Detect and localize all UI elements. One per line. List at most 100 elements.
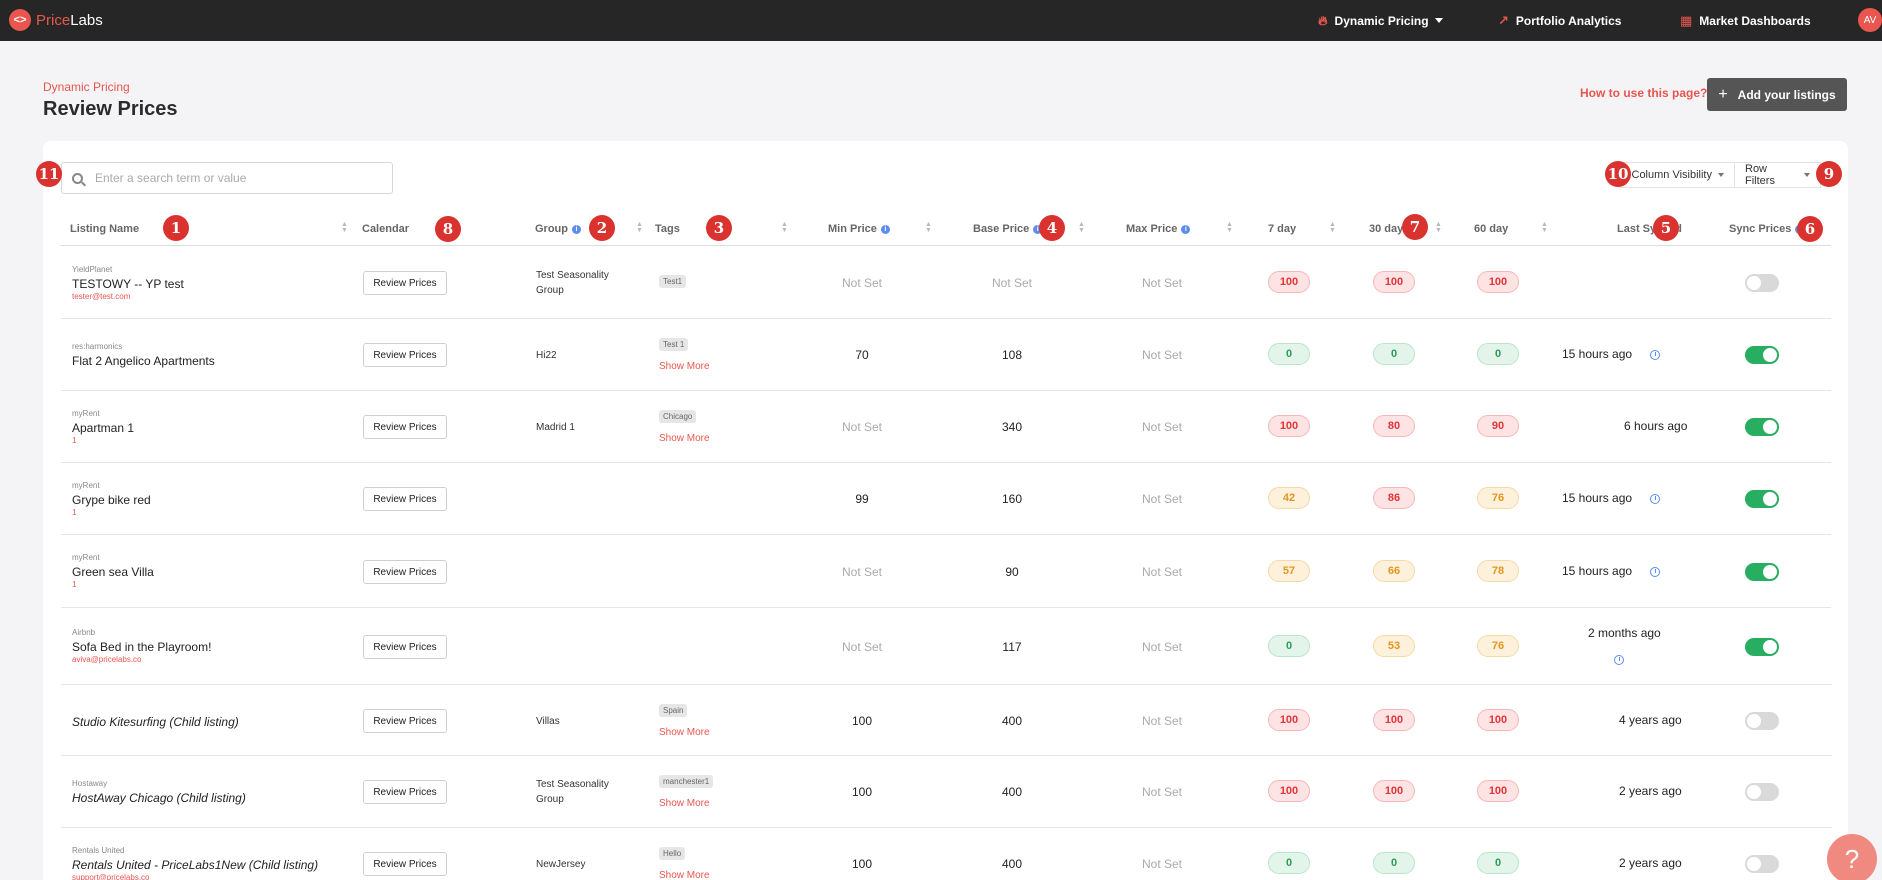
review-prices-button[interactable]: Review Prices — [363, 343, 447, 367]
nav-portfolio-analytics[interactable]: ↗ Portfolio Analytics — [1498, 0, 1621, 41]
base-price-value[interactable]: 340 — [972, 420, 1052, 434]
listing-cell[interactable]: res:harmonics Flat 2 Angelico Apartments — [72, 319, 215, 390]
sync-prices-toggle[interactable] — [1745, 418, 1779, 436]
review-prices-button[interactable]: Review Prices — [363, 709, 447, 733]
sort-icon[interactable]: ▲ ▼ — [1435, 221, 1442, 234]
col-group[interactable]: Group i — [535, 213, 581, 245]
column-visibility-button[interactable]: Column Visibility — [1619, 162, 1735, 188]
sync-prices-toggle[interactable] — [1745, 563, 1779, 581]
pricelabs-logo[interactable]: <> PriceLabs — [9, 9, 103, 31]
clock-icon[interactable] — [1614, 655, 1624, 665]
listing-name[interactable]: Green sea Villa — [72, 565, 154, 579]
base-price-value[interactable]: Not Set — [972, 276, 1052, 290]
listing-name[interactable]: Rentals United - PriceLabs1New (Child li… — [72, 858, 318, 872]
min-price-value[interactable]: 100 — [822, 785, 902, 799]
max-price-value[interactable]: Not Set — [1122, 492, 1202, 506]
avatar[interactable]: AV — [1858, 8, 1882, 32]
max-price-value[interactable]: Not Set — [1122, 857, 1202, 871]
sort-icon[interactable]: ▲ ▼ — [1329, 221, 1336, 234]
row-filters-button[interactable]: Row Filters — [1734, 162, 1821, 188]
nav-dynamic-pricing[interactable]: 🔥︎ Dynamic Pricing — [1318, 0, 1443, 41]
listing-name[interactable]: Studio Kitesurfing (Child listing) — [72, 715, 239, 729]
min-price-value[interactable]: Not Set — [822, 276, 902, 290]
max-price-value[interactable]: Not Set — [1122, 420, 1202, 434]
col-7-day[interactable]: 7 day — [1268, 213, 1296, 245]
review-prices-button[interactable]: Review Prices — [363, 271, 447, 295]
review-prices-button[interactable]: Review Prices — [363, 560, 447, 584]
sort-icon[interactable]: ▲ ▼ — [925, 221, 932, 234]
max-price-value[interactable]: Not Set — [1122, 785, 1202, 799]
min-price-value[interactable]: Not Set — [822, 640, 902, 654]
review-prices-button[interactable]: Review Prices — [363, 415, 447, 439]
col-sync-prices[interactable]: Sync Pricesi — [1729, 213, 1805, 245]
max-price-value[interactable]: Not Set — [1122, 714, 1202, 728]
add-listings-button[interactable]: + Add your listings — [1707, 78, 1847, 111]
listing-cell[interactable]: Hostaway HostAway Chicago (Child listing) — [72, 756, 246, 827]
sort-icon[interactable]: ▲ ▼ — [1078, 221, 1085, 234]
base-price-value[interactable]: 90 — [972, 565, 1052, 579]
listing-cell[interactable]: Rentals United Rentals United - PriceLabs… — [72, 828, 318, 880]
nav-market-dashboards[interactable]: ▦ Market Dashboards — [1680, 0, 1811, 41]
search-input[interactable] — [95, 171, 365, 185]
listing-name[interactable]: HostAway Chicago (Child listing) — [72, 791, 246, 805]
min-price-value[interactable]: 100 — [822, 857, 902, 871]
show-more-link[interactable]: Show More — [659, 798, 710, 809]
col-max-price[interactable]: Max Price i — [1126, 213, 1191, 245]
sync-prices-toggle[interactable] — [1745, 274, 1779, 292]
base-price-value[interactable]: 160 — [972, 492, 1052, 506]
max-price-value[interactable]: Not Set — [1122, 640, 1202, 654]
info-icon[interactable]: i — [572, 224, 581, 234]
min-price-value[interactable]: 100 — [822, 714, 902, 728]
col-listing-name[interactable]: Listing Name — [70, 213, 139, 245]
base-price-value[interactable]: 400 — [972, 714, 1052, 728]
sync-prices-toggle[interactable] — [1745, 783, 1779, 801]
listing-name[interactable]: Sofa Bed in the Playroom! — [72, 640, 211, 654]
sync-prices-toggle[interactable] — [1745, 855, 1779, 873]
listing-name[interactable]: Apartman 1 — [72, 421, 134, 435]
sort-icon[interactable]: ▲ ▼ — [341, 221, 348, 234]
sync-prices-toggle[interactable] — [1745, 346, 1779, 364]
sort-icon[interactable]: ▲ ▼ — [1541, 221, 1548, 234]
clock-icon[interactable] — [1650, 567, 1660, 577]
listing-cell[interactable]: Studio Kitesurfing (Child listing) — [72, 685, 239, 755]
review-prices-button[interactable]: Review Prices — [363, 780, 447, 804]
sort-icon[interactable]: ▲ ▼ — [1226, 221, 1233, 234]
show-more-link[interactable]: Show More — [659, 727, 710, 738]
sync-prices-toggle[interactable] — [1745, 490, 1779, 508]
review-prices-button[interactable]: Review Prices — [363, 635, 447, 659]
sync-prices-toggle[interactable] — [1745, 638, 1779, 656]
max-price-value[interactable]: Not Set — [1122, 276, 1202, 290]
col-60-day[interactable]: 60 day — [1474, 213, 1508, 245]
base-price-value[interactable]: 400 — [972, 857, 1052, 871]
listing-cell[interactable]: Airbnb Sofa Bed in the Playroom! aviva@pri… — [72, 608, 211, 684]
listing-cell[interactable]: myRent Grype bike red 1 — [72, 463, 151, 534]
min-price-value[interactable]: 70 — [822, 348, 902, 362]
base-price-value[interactable]: 117 — [972, 640, 1052, 654]
min-price-value[interactable]: 99 — [822, 492, 902, 506]
listing-name[interactable]: Grype bike red — [72, 493, 151, 507]
search-box[interactable] — [61, 162, 393, 194]
max-price-value[interactable]: Not Set — [1122, 348, 1202, 362]
how-to-use-link[interactable]: How to use this page? — [1580, 86, 1707, 100]
breadcrumb[interactable]: Dynamic Pricing — [43, 80, 130, 94]
show-more-link[interactable]: Show More — [659, 870, 710, 880]
show-more-link[interactable]: Show More — [659, 361, 710, 372]
sync-prices-toggle[interactable] — [1745, 712, 1779, 730]
help-button[interactable]: ? — [1827, 834, 1877, 880]
info-icon[interactable]: i — [880, 224, 890, 234]
clock-icon[interactable] — [1650, 494, 1660, 504]
listing-cell[interactable]: myRent Apartman 11 — [72, 391, 134, 462]
sort-icon[interactable]: ▲ ▼ — [636, 221, 643, 234]
sort-icon[interactable]: ▲ ▼ — [781, 221, 788, 234]
listing-cell[interactable]: myRent Green sea Villa 1 — [72, 535, 154, 607]
col-base-price[interactable]: Base Price i — [973, 213, 1043, 245]
base-price-value[interactable]: 108 — [972, 348, 1052, 362]
min-price-value[interactable]: Not Set — [822, 420, 902, 434]
col-tags[interactable]: Tags — [655, 213, 680, 245]
listing-name[interactable]: Flat 2 Angelico Apartments — [72, 354, 215, 368]
listing-cell[interactable]: YieldPlanet TESTOWY -- YP test tester@test… — [72, 247, 184, 318]
max-price-value[interactable]: Not Set — [1122, 565, 1202, 579]
listing-name[interactable]: TESTOWY -- YP test — [72, 277, 184, 291]
show-more-link[interactable]: Show More — [659, 433, 710, 444]
min-price-value[interactable]: Not Set — [822, 565, 902, 579]
